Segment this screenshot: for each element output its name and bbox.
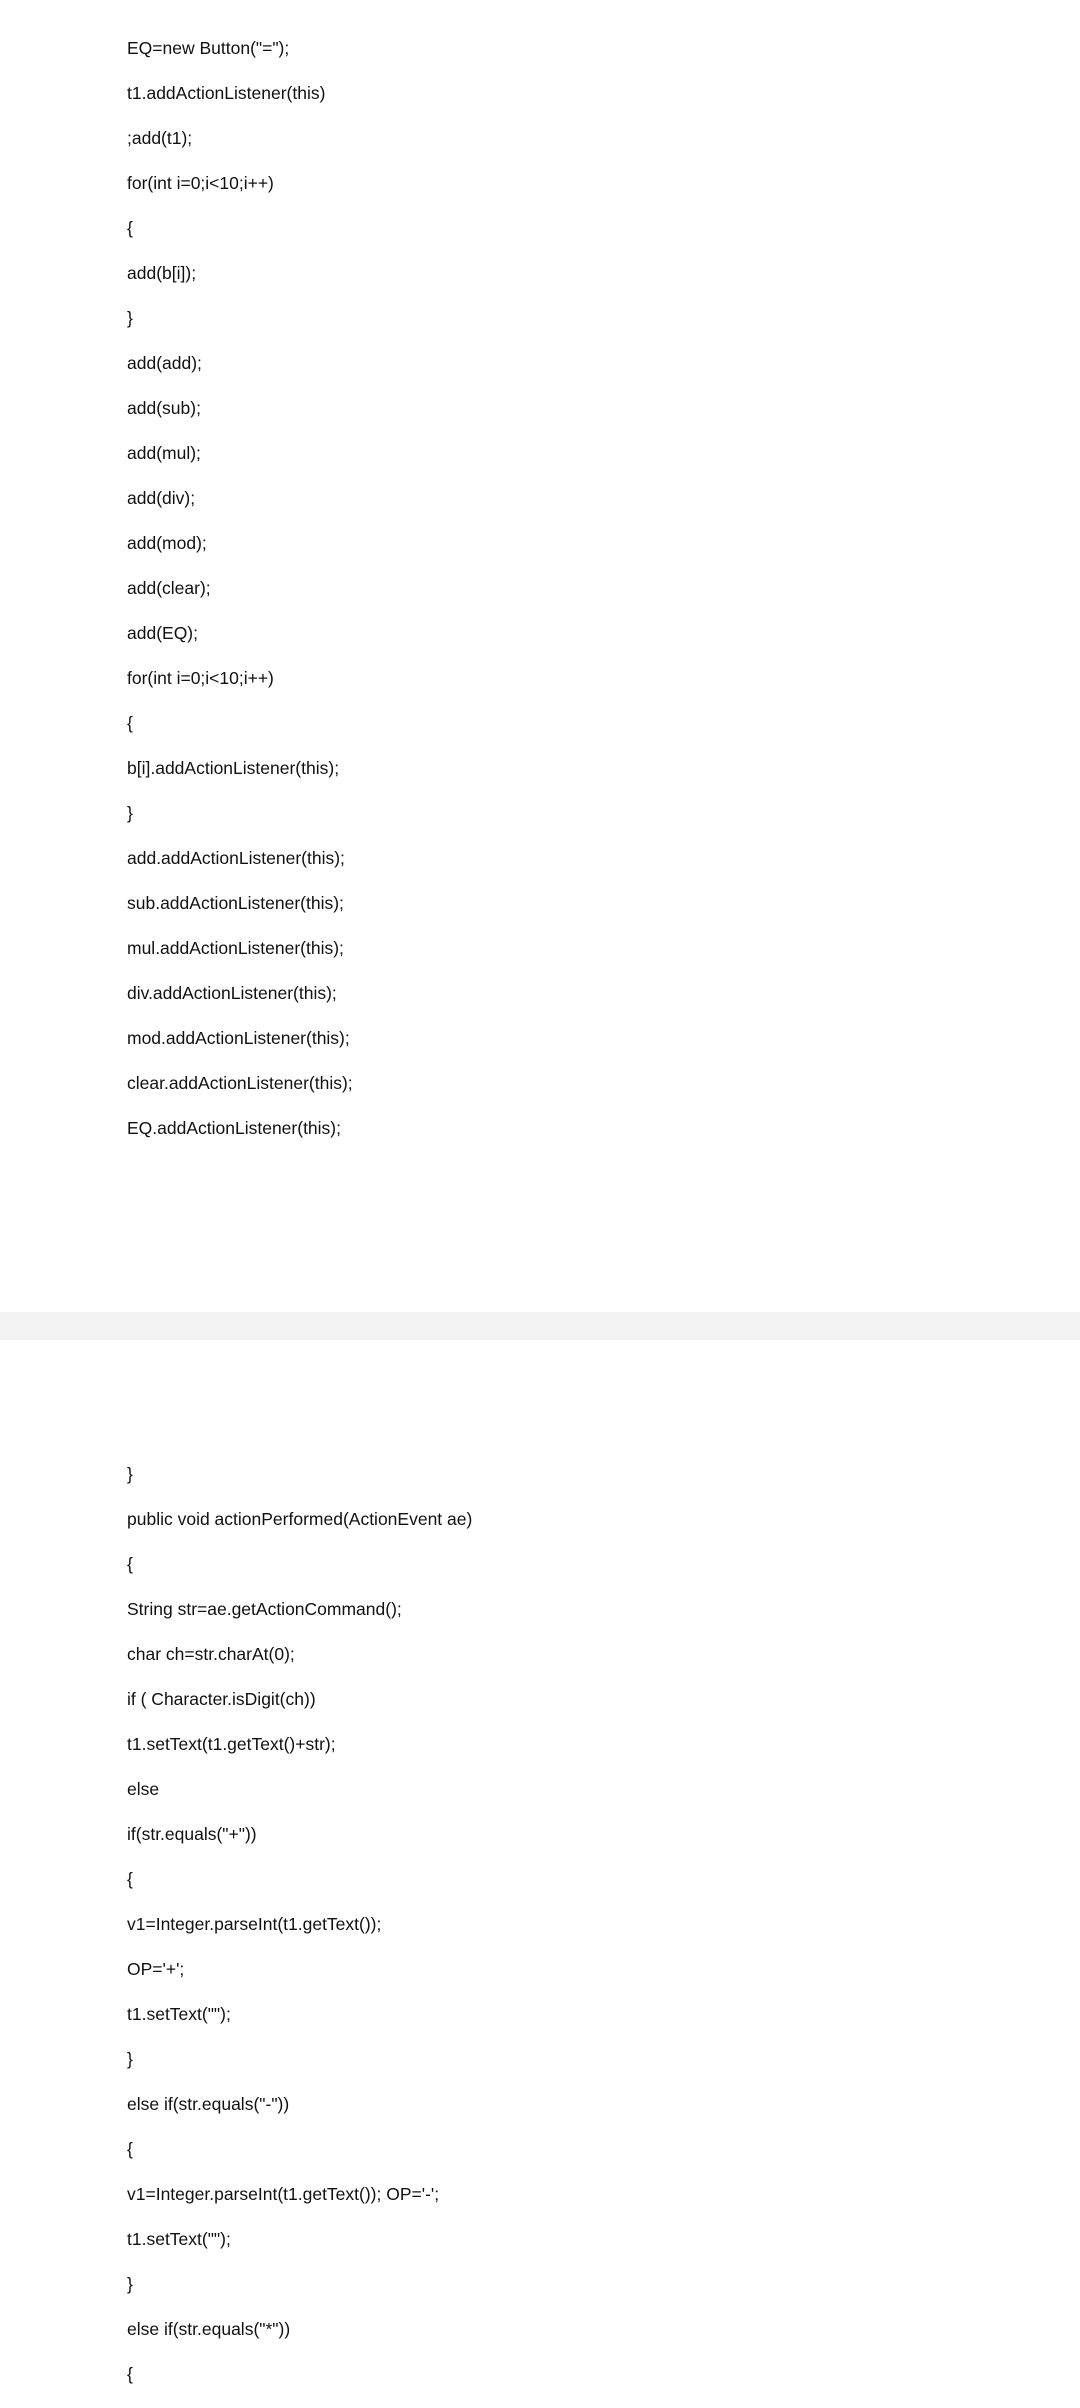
- code-line: {: [127, 2364, 133, 2384]
- code-line: {: [127, 1554, 133, 1574]
- code-line: EQ.addActionListener(this);: [127, 1118, 341, 1138]
- code-line: v1=Integer.parseInt(t1.getText());: [127, 1914, 382, 1934]
- code-line: EQ=new Button("=");: [127, 38, 290, 58]
- code-line: sub.addActionListener(this);: [127, 893, 344, 913]
- code-line: add(sub);: [127, 398, 201, 418]
- code-line: add(add);: [127, 353, 202, 373]
- code-line: public void actionPerformed(ActionEvent …: [127, 1509, 473, 1529]
- code-line: if ( Character.isDigit(ch)): [127, 1689, 316, 1709]
- code-line: }: [127, 2049, 133, 2069]
- code-line: String str=ae.getActionCommand();: [127, 1599, 402, 1619]
- code-line: if(str.equals("+")): [127, 1824, 257, 1844]
- code-line: t1.setText("");: [127, 2229, 231, 2249]
- code-line: add.addActionListener(this);: [127, 848, 345, 868]
- code-line: clear.addActionListener(this);: [127, 1073, 353, 1093]
- code-line: OP='+';: [127, 1959, 185, 1979]
- code-line: else: [127, 1779, 160, 1799]
- code-line: }: [127, 2274, 133, 2294]
- code-line: }: [127, 308, 133, 328]
- code-line: b[i].addActionListener(this);: [127, 758, 340, 778]
- code-line: v1=Integer.parseInt(t1.getText()); OP='-…: [127, 2184, 440, 2204]
- code-line: add(b[i]);: [127, 263, 197, 283]
- code-line: t1.setText(t1.getText()+str);: [127, 1734, 336, 1754]
- code-line: div.addActionListener(this);: [127, 983, 337, 1003]
- code-line: mod.addActionListener(this);: [127, 1028, 350, 1048]
- code-line: mul.addActionListener(this);: [127, 938, 344, 958]
- code-line: {: [127, 713, 133, 733]
- code-line: {: [127, 2139, 133, 2159]
- code-line: else if(str.equals("-")): [127, 2094, 290, 2114]
- code-line: for(int i=0;i<10;i++): [127, 173, 274, 193]
- code-line: {: [127, 1869, 133, 1889]
- code-line: add(mod);: [127, 533, 207, 553]
- page-separator: [0, 1312, 1080, 1340]
- code-line: {: [127, 218, 133, 238]
- code-line: ;add(t1);: [127, 128, 193, 148]
- code-lines-page-1: EQ=new Button("="); t1.addActionListener(…: [127, 32, 353, 1157]
- code-line: add(mul);: [127, 443, 201, 463]
- code-line: for(int i=0;i<10;i++): [127, 668, 274, 688]
- code-line: }: [127, 1464, 133, 1484]
- code-line: add(div);: [127, 488, 196, 508]
- code-lines-page-2: } public void actionPerformed(ActionEvent…: [127, 1458, 472, 2403]
- code-line: add(EQ);: [127, 623, 198, 643]
- code-line: t1.addActionListener(this): [127, 83, 326, 103]
- code-line: else if(str.equals("*")): [127, 2319, 291, 2339]
- code-line: char ch=str.charAt(0);: [127, 1644, 295, 1664]
- code-line: }: [127, 803, 133, 823]
- code-line: add(clear);: [127, 578, 211, 598]
- code-line: t1.setText("");: [127, 2004, 231, 2024]
